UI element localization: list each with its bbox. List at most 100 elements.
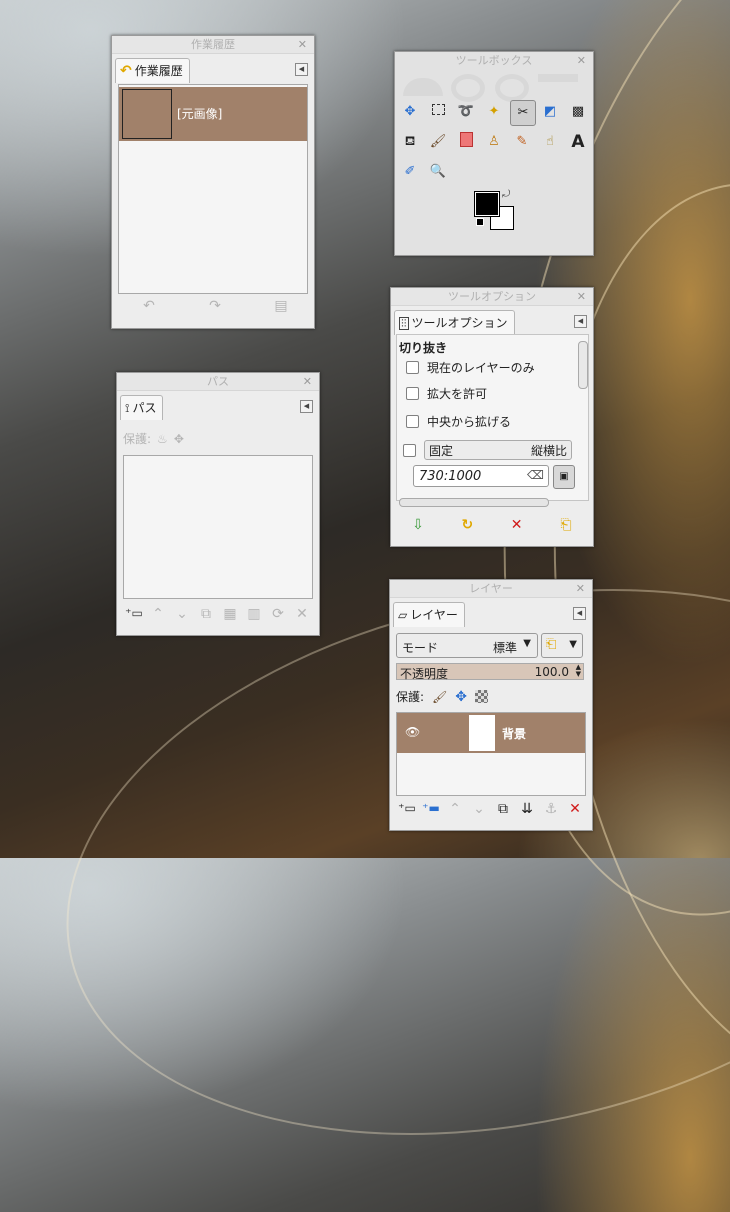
rect-select-tool-icon[interactable] — [428, 102, 448, 122]
list-item[interactable]: [元画像] — [119, 87, 307, 141]
delete-options-icon[interactable]: ✕ — [508, 517, 526, 533]
fuzzy-select-tool-icon[interactable]: ✦ — [484, 102, 504, 122]
lower-layer-icon[interactable]: ⌄ — [470, 801, 488, 817]
tab-paths[interactable]: ⟟ パス — [120, 395, 164, 420]
paths-grid-tool-icon[interactable]: ▩ — [568, 102, 588, 122]
smudge-tool-icon[interactable]: ☝ — [540, 132, 560, 152]
close-icon[interactable]: ✕ — [577, 52, 586, 69]
spin-arrows-icon[interactable]: ▲ ▼ — [576, 664, 581, 678]
option-fixed[interactable]: 固定 縦横比 — [403, 440, 572, 460]
lock-position-icon[interactable]: ✥ — [174, 432, 184, 446]
text-tool-icon[interactable]: A — [568, 132, 588, 152]
sliders-icon: ⫶⫶ — [399, 316, 409, 330]
close-icon[interactable]: ✕ — [298, 36, 307, 53]
opacity-value: 100.0 — [534, 665, 569, 679]
save-options-icon[interactable]: ⇩ — [409, 517, 427, 533]
tab-history[interactable]: ↶ 作業履歴 — [115, 58, 190, 83]
mode-combo[interactable]: モード 標準 ▼ — [396, 633, 538, 658]
color-picker-tool-icon[interactable]: ✐ — [400, 162, 420, 182]
close-icon[interactable]: ✕ — [303, 373, 312, 390]
layers-lock-row: 保護: 🖌 ✥ — [396, 688, 489, 705]
checkbox[interactable] — [406, 387, 419, 400]
tool-options-titlebar: ツールオプション ✕ — [391, 288, 593, 306]
swap-colors-icon[interactable]: ⤾ — [502, 189, 510, 200]
tab-menu-icon[interactable]: ◀ — [574, 315, 587, 328]
lasso-tool-icon[interactable]: ➰ — [456, 102, 476, 122]
history-item-label: [元画像] — [177, 107, 223, 121]
tab-menu-icon[interactable]: ◀ — [300, 400, 313, 413]
chevron-down-icon: ▼ — [523, 638, 531, 649]
tool-options-window: ツールオプション ✕ ⫶⫶ ツールオプション ◀ 切り抜き 現在のレイヤーのみ … — [390, 287, 594, 547]
delete-path-icon[interactable]: ✕ — [293, 606, 311, 622]
lock-alpha-icon[interactable] — [475, 690, 489, 703]
ratio-value: 730:1000 — [419, 469, 482, 484]
clear-text-icon[interactable]: ⌫ — [527, 468, 544, 482]
close-icon[interactable]: ✕ — [576, 580, 585, 597]
undo-icon[interactable]: ↶ — [140, 298, 158, 314]
history-tabrow: ↶ 作業履歴 ◀ — [112, 54, 314, 83]
foreground-color-swatch[interactable] — [474, 191, 500, 217]
eraser-tool-icon[interactable] — [456, 132, 476, 152]
transform-tool-icon[interactable]: ◩ — [540, 102, 560, 122]
tab-layers[interactable]: ▱ レイヤー — [393, 602, 465, 627]
option-label: 拡大を許可 — [427, 387, 488, 401]
horizontal-scrollbar[interactable] — [399, 498, 549, 507]
layers-window: レイヤー ✕ ▱ レイヤー ◀ モード 標準 ▼ ⎗ ▼ 不透明度 100.0 … — [389, 579, 593, 831]
tab-menu-icon[interactable]: ◀ — [295, 63, 308, 76]
anchor-layer-icon[interactable]: ⚓ — [542, 801, 560, 817]
history-list: [元画像] — [118, 84, 308, 294]
ratio-input[interactable]: 730:1000 ⌫ — [413, 465, 549, 487]
paths-buttons: ⁺▭ ⌃ ⌄ ⧉ ▦ ▥ ⟳ ✕ — [125, 606, 311, 622]
stroke-path-icon[interactable]: ⟳ — [269, 606, 287, 622]
tool-options-buttons: ⇩ ↻ ✕ ⎗ — [409, 517, 575, 533]
opacity-label: 不透明度 — [400, 667, 449, 681]
lower-path-icon[interactable]: ⌄ — [173, 606, 191, 622]
default-colors-icon[interactable] — [476, 218, 484, 226]
redo-icon[interactable]: ↷ — [206, 298, 224, 314]
wilber-logo — [403, 70, 583, 102]
raise-layer-icon[interactable]: ⌃ — [446, 801, 464, 817]
duplicate-layer-icon[interactable]: ⧉ — [494, 801, 512, 817]
checkbox[interactable] — [403, 443, 416, 457]
lock-position-icon[interactable]: ✥ — [455, 689, 467, 705]
lock-aspect-button[interactable]: ▣ — [553, 465, 575, 489]
fixed-mode-value: 縦横比 — [530, 443, 567, 458]
path-to-selection-icon[interactable]: ▦ — [221, 606, 239, 622]
duplicate-path-icon[interactable]: ⧉ — [197, 606, 215, 622]
checkbox[interactable] — [406, 415, 419, 428]
selection-to-path-icon[interactable]: ▥ — [245, 606, 263, 622]
raise-path-icon[interactable]: ⌃ — [149, 606, 167, 622]
new-layer-icon[interactable]: ⁺▭ — [398, 801, 416, 817]
close-icon[interactable]: ✕ — [577, 288, 586, 305]
tab-paths-label: パス — [132, 401, 157, 415]
layer-mode-switch-button[interactable]: ⎗ ▼ — [541, 633, 583, 658]
mode-value: 標準 — [493, 641, 518, 655]
clear-history-icon[interactable]: ▤ — [272, 298, 290, 314]
tab-menu-icon[interactable]: ◀ — [573, 607, 586, 620]
delete-layer-icon[interactable]: ✕ — [566, 801, 584, 817]
eye-icon[interactable]: 👁 — [405, 725, 420, 739]
lock-pixels-icon[interactable]: 🖌 — [432, 690, 447, 704]
list-item[interactable]: 👁 背景 — [397, 713, 585, 753]
paintbrush-tool-icon[interactable]: 🖌 — [428, 132, 448, 152]
checkbox[interactable] — [406, 361, 419, 374]
heal-tool-icon[interactable]: ✎ — [512, 132, 532, 152]
vertical-scrollbar[interactable] — [578, 341, 588, 389]
option-current-layer-only[interactable]: 現在のレイヤーのみ — [406, 359, 535, 376]
new-path-icon[interactable]: ⁺▭ — [125, 606, 143, 622]
crop-tool-icon[interactable]: ✂ — [510, 100, 536, 126]
move-tool-icon[interactable]: ✥ — [400, 102, 420, 122]
restore-options-icon[interactable]: ↻ — [458, 517, 476, 533]
option-expand-from-center[interactable]: 中央から拡げる — [406, 413, 511, 430]
clone-tool-icon[interactable]: ♙ — [484, 132, 504, 152]
lock-strokes-icon[interactable]: ♨ — [157, 432, 168, 446]
new-layer-group-icon[interactable]: ⁺▬ — [422, 801, 440, 817]
merge-layer-icon[interactable]: ⇊ — [518, 801, 536, 817]
tab-tool-options[interactable]: ⫶⫶ ツールオプション — [394, 310, 515, 335]
fixed-mode-combo[interactable]: 固定 縦横比 — [424, 440, 572, 460]
option-allow-growing[interactable]: 拡大を許可 — [406, 385, 487, 402]
bucket-fill-tool-icon[interactable]: ⛾ — [400, 132, 420, 152]
opacity-spinner[interactable]: 不透明度 100.0 ▲ ▼ — [396, 663, 584, 681]
zoom-tool-icon[interactable]: 🔍 — [428, 162, 448, 182]
reset-options-icon[interactable]: ⎗ — [557, 517, 575, 533]
